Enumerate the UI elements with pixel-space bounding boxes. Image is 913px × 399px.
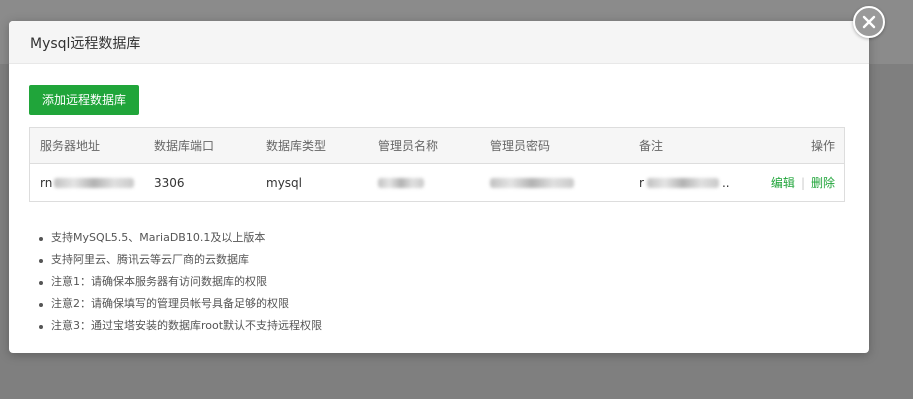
header-server-address: 服务器地址: [40, 139, 101, 153]
header-admin-name: 管理员名称: [378, 139, 439, 153]
cell-admin-password: [490, 164, 574, 201]
cell-admin-name: [378, 164, 424, 201]
note-ellipsis: ..: [721, 175, 730, 190]
list-item: 支持MySQL5.5、MariaDB10.1及以上版本: [37, 227, 322, 249]
admin-name-redacted: [378, 177, 424, 188]
list-item: 注意3：通过宝塔安装的数据库root默认不支持远程权限: [37, 315, 322, 337]
header-port: 数据库端口: [154, 139, 215, 153]
server-address-visible-part: rn: [40, 175, 53, 190]
action-separator: |: [800, 175, 805, 190]
list-item: 注意1：请确保本服务器有访问数据库的权限: [37, 271, 322, 293]
cell-port: 3306: [154, 175, 185, 190]
header-db-type: 数据库类型: [266, 139, 327, 153]
admin-password-redacted: [490, 177, 574, 188]
delete-link[interactable]: 删除: [811, 174, 835, 191]
table-row: rn 3306 mysql r .. 编辑 | 删除: [30, 164, 844, 201]
remote-database-dialog: Mysql远程数据库 添加远程数据库 服务器地址 数据库端口 数据库类型 管理员…: [9, 21, 869, 353]
list-item: 支持阿里云、腾讯云等云厂商的云数据库: [37, 249, 322, 271]
header-admin-password: 管理员密码: [490, 139, 551, 153]
cell-note: r ..: [639, 164, 730, 201]
note-visible-part: r: [639, 175, 644, 190]
header-note: 备注: [639, 139, 664, 153]
note-redacted: [646, 177, 719, 188]
cell-server-address: rn: [40, 164, 135, 201]
cell-actions: 编辑 | 删除: [771, 164, 835, 201]
table-header-row: 服务器地址 数据库端口 数据库类型 管理员名称 管理员密码 备注 操作: [30, 128, 844, 164]
remote-database-table: 服务器地址 数据库端口 数据库类型 管理员名称 管理员密码 备注 操作 rn 3…: [29, 127, 845, 202]
close-circle-icon: [862, 15, 876, 29]
help-notes-list: 支持MySQL5.5、MariaDB10.1及以上版本 支持阿里云、腾讯云等云厂…: [37, 227, 322, 337]
edit-link[interactable]: 编辑: [771, 174, 795, 191]
add-remote-database-button[interactable]: 添加远程数据库: [29, 85, 139, 115]
dialog-header: Mysql远程数据库: [9, 21, 869, 64]
cell-db-type: mysql: [266, 175, 302, 190]
dialog-title: Mysql远程数据库: [30, 36, 141, 52]
server-address-redacted: [54, 177, 135, 188]
close-dialog-button[interactable]: [853, 6, 885, 38]
header-actions: 操作: [810, 139, 835, 153]
list-item: 注意2：请确保填写的管理员帐号具备足够的权限: [37, 293, 322, 315]
